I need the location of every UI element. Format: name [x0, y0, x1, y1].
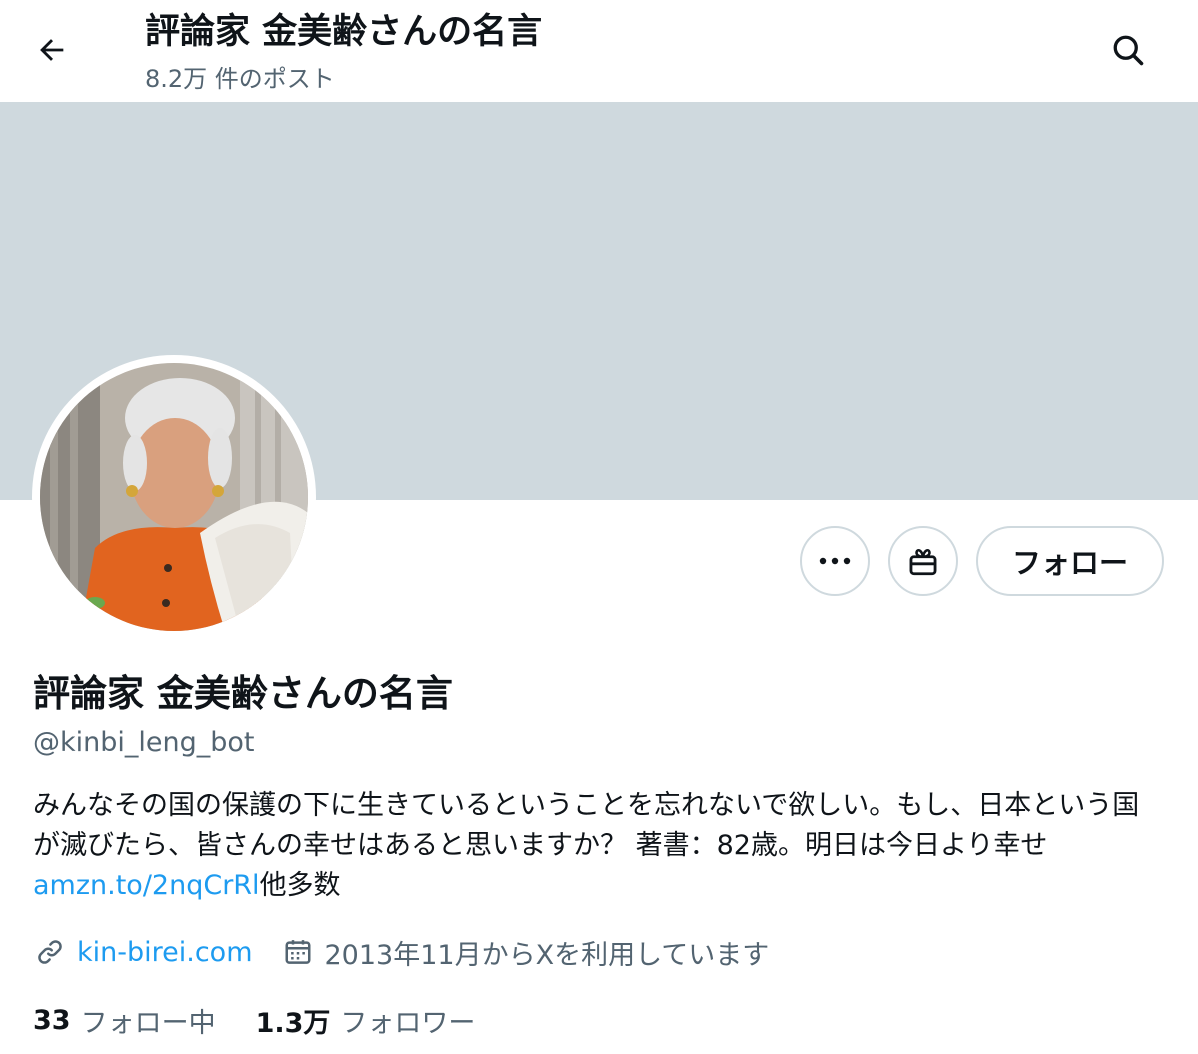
more-button[interactable] — [800, 526, 870, 596]
following-stat[interactable]: 33 フォロー中 — [33, 1001, 216, 1040]
top-bar: 評論家 金美齢さんの名言 8.2万 件のポスト — [0, 0, 1198, 102]
followers-label: フォロワー — [340, 1007, 476, 1039]
display-name: 評論家 金美齢さんの名言 — [33, 672, 453, 715]
following-label: フォロー中 — [80, 1007, 216, 1039]
bio-suffix: 他多数 — [259, 870, 341, 901]
profile-photo — [40, 363, 308, 631]
followers-stat[interactable]: 1.3万 フォロワー — [256, 1001, 476, 1040]
ellipsis-icon — [819, 557, 851, 565]
bio-link[interactable]: amzn.to/2nqCrRl — [33, 870, 260, 901]
website-link[interactable]: kin-birei.com — [77, 937, 253, 968]
gift-icon — [909, 548, 937, 576]
user-handle: @kinbi_leng_bot — [33, 727, 255, 758]
link-icon — [33, 935, 67, 969]
bio-text: みんなその国の保護の下に生きているということを忘れないで欲しい。もし、日本という… — [33, 790, 1140, 861]
post-count: 8.2万 件のポスト — [145, 65, 335, 93]
followers-count: 1.3万 — [255, 1007, 331, 1039]
bio: みんなその国の保護の下に生きているということを忘れないで欲しい。もし、日本という… — [33, 786, 1163, 906]
back-button[interactable] — [22, 22, 82, 78]
search-icon — [1113, 35, 1144, 66]
website-item: kin-birei.com — [33, 935, 253, 969]
follow-stats: 33 フォロー中 1.3万 フォロワー — [33, 1000, 475, 1040]
joined-date: 2013年11月からXを利用しています — [324, 939, 770, 971]
header-title: 評論家 金美齢さんの名言 — [145, 12, 543, 52]
gift-button[interactable] — [888, 526, 958, 596]
avatar[interactable] — [32, 355, 316, 639]
arrow-left-icon — [40, 39, 64, 61]
search-button[interactable] — [1098, 22, 1158, 78]
follow-button[interactable]: フォロー — [976, 526, 1164, 596]
following-count: 33 — [33, 1004, 71, 1036]
joined-item: 2013年11月からXを利用しています — [281, 933, 770, 972]
profile-meta: kin-birei.com 2013年11月からXを利用しています — [33, 932, 769, 972]
calendar-icon — [281, 935, 315, 969]
